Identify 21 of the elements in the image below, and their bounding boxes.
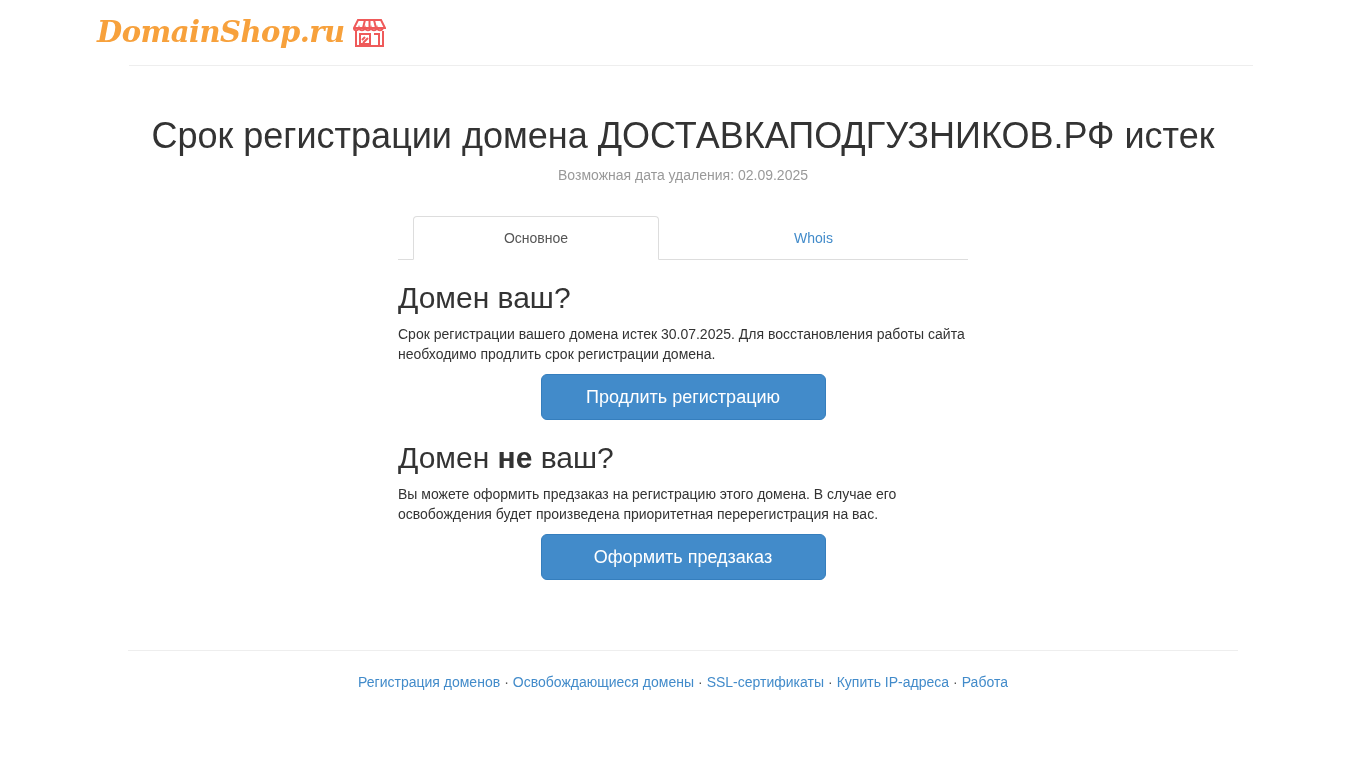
action-button[interactable]: Оформить предзаказ: [540, 534, 826, 581]
separator: ·: [828, 674, 833, 691]
footer-link[interactable]: SSL-сертификаты: [706, 674, 824, 691]
section-heading: Домен ваш?: [398, 280, 572, 317]
page-title: Срок регистрации домена ДОСТАВКАПОДГУЗНИКОВ.РФ истек: [150, 114, 1216, 158]
store-icon: [352, 17, 386, 48]
section-text: Вы можете оформить предзаказ на регистрацию этого домена. В случае его освобождения будет произведена приоритетная перерегистрация на вас.: [398, 485, 898, 525]
section-text: Срок регистрации вашего домена истек 30.07.2025. Для восстановления работы сайта необходимо продлить срок регистрации домена.: [398, 325, 966, 365]
section-heading: Домен не ваш?: [398, 440, 615, 477]
separator: ·: [698, 674, 703, 691]
tab[interactable]: Основное: [413, 216, 659, 261]
separator: ·: [953, 674, 958, 691]
separator: ·: [504, 674, 509, 691]
action-button[interactable]: Продлить регистрацию: [540, 374, 826, 421]
tab[interactable]: Whois: [659, 216, 968, 261]
footer-link[interactable]: Работа: [961, 674, 1008, 691]
footer-link[interactable]: Освобождающиеся домены: [512, 674, 694, 691]
logo-text[interactable]: DomainShop.ru: [97, 10, 345, 55]
footer-link[interactable]: Купить IP-адреса: [836, 674, 950, 691]
footer-link[interactable]: Регистрация доменов: [358, 674, 501, 691]
deletion-date: Возможная дата удаления: 02.09.2025: [557, 166, 809, 186]
